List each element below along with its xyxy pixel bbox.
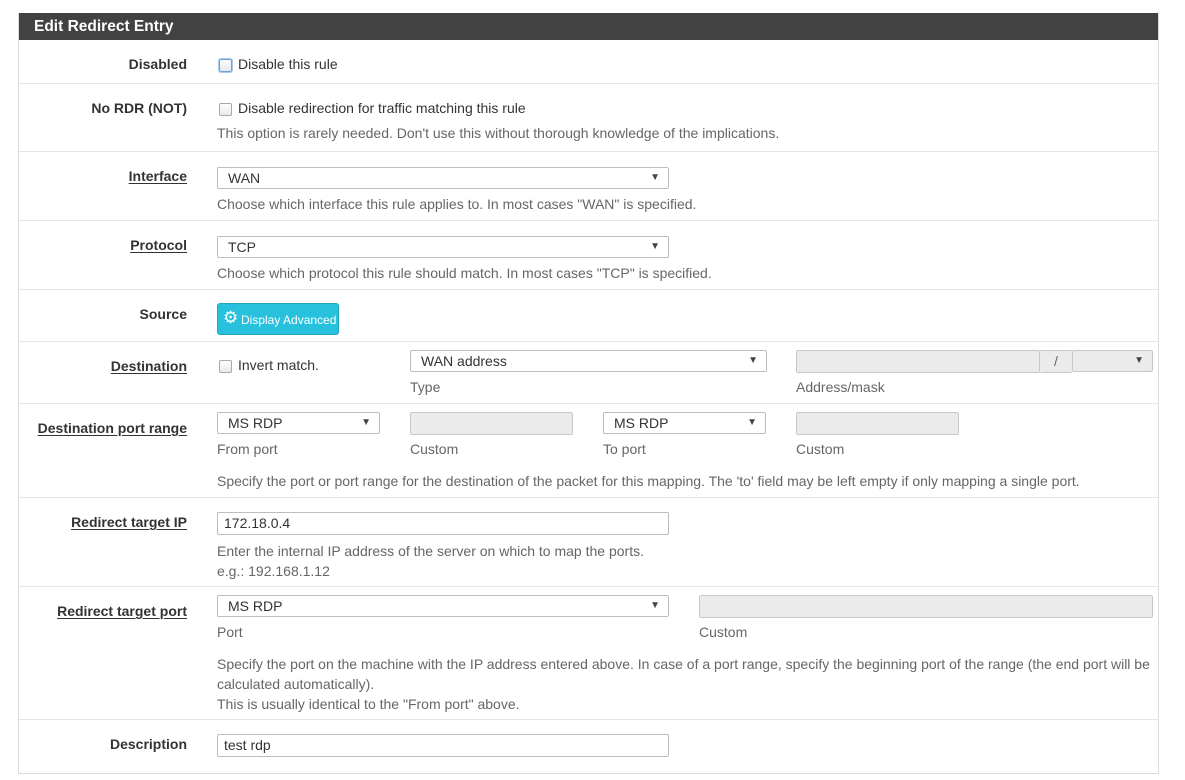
source-label: Source	[139, 306, 187, 322]
from-port-custom-caption: Custom	[410, 441, 459, 457]
caret-down-icon: ▼	[650, 241, 660, 252]
from-port-caption: From port	[217, 441, 278, 457]
target-ip-label: Redirect target IP	[71, 514, 187, 530]
row-description: Description test rdp	[19, 719, 1158, 780]
from-port-custom-input[interactable]	[410, 412, 573, 435]
interface-select[interactable]: WAN ▼	[217, 167, 669, 189]
caret-down-icon: ▼	[1134, 355, 1144, 366]
destination-address-caption: Address/mask	[796, 379, 885, 395]
disabled-label: Disabled	[128, 56, 187, 72]
row-protocol: Protocol TCP ▼ Choose which protocol thi…	[19, 220, 1158, 290]
invert-match-text: Invert match.	[238, 357, 319, 373]
caret-down-icon: ▼	[650, 172, 660, 183]
disable-rule-checkbox[interactable]	[219, 59, 232, 72]
target-port-help-1: Specify the port on the machine with the…	[217, 656, 1150, 672]
destination-type-value: WAN address	[421, 353, 507, 369]
display-advanced-label: Display Advanced	[241, 313, 337, 327]
nordr-help: This option is rarely needed. Don't use …	[217, 125, 780, 141]
dest-port-label: Destination port range	[37, 420, 187, 436]
row-interface: Interface WAN ▼ Choose which interface t…	[19, 151, 1158, 221]
target-port-help-3: This is usually identical to the "From p…	[217, 696, 520, 712]
target-ip-input[interactable]: 172.18.0.4	[217, 512, 669, 535]
destination-mask-select[interactable]: ▼	[1072, 350, 1153, 372]
description-input[interactable]: test rdp	[217, 734, 669, 757]
row-disabled: Disabled Disable this rule	[19, 40, 1158, 83]
row-nordr: No RDR (NOT) Disable redirection for tra…	[19, 83, 1158, 152]
row-source: Source ⚙ Display Advanced	[19, 289, 1158, 342]
disable-rule-text: Disable this rule	[238, 56, 338, 72]
row-target-port: Redirect target port MS RDP ▼ Port Custo…	[19, 586, 1158, 720]
to-port-select[interactable]: MS RDP ▼	[603, 412, 766, 434]
to-port-value: MS RDP	[614, 415, 669, 431]
nordr-text: Disable redirection for traffic matching…	[238, 100, 526, 116]
from-port-select[interactable]: MS RDP ▼	[217, 412, 380, 434]
row-target-ip: Redirect target IP 172.18.0.4 Enter the …	[19, 497, 1158, 587]
caret-down-icon: ▼	[650, 600, 660, 611]
protocol-value: TCP	[228, 239, 256, 255]
nordr-label: No RDR (NOT)	[91, 100, 187, 116]
protocol-help: Choose which protocol this rule should m…	[217, 265, 712, 281]
destination-address-input[interactable]	[796, 350, 1040, 373]
to-port-custom-caption: Custom	[796, 441, 845, 457]
target-port-select[interactable]: MS RDP ▼	[217, 595, 669, 617]
display-advanced-button[interactable]: ⚙ Display Advanced	[217, 303, 339, 335]
edit-redirect-panel: Edit Redirect Entry Disabled Disable thi…	[18, 13, 1159, 774]
target-port-help-2: calculated automatically).	[217, 676, 375, 692]
row-destination: Destination Invert match. WAN address ▼ …	[19, 341, 1158, 404]
caret-down-icon: ▼	[748, 355, 758, 366]
destination-type-select[interactable]: WAN address ▼	[410, 350, 767, 372]
row-dest-port: Destination port range MS RDP ▼ From por…	[19, 403, 1158, 498]
nordr-checkbox[interactable]	[219, 103, 232, 116]
description-label: Description	[109, 736, 187, 752]
invert-match-checkbox[interactable]	[219, 360, 232, 373]
target-port-value: MS RDP	[228, 598, 283, 614]
dest-port-help: Specify the port or port range for the d…	[217, 473, 1080, 489]
interface-help: Choose which interface this rule applies…	[217, 196, 697, 212]
interface-label: Interface	[128, 168, 187, 184]
target-ip-example: e.g.: 192.168.1.12	[217, 563, 330, 579]
target-port-custom-input[interactable]	[699, 595, 1153, 618]
from-port-value: MS RDP	[228, 415, 283, 431]
target-port-label: Redirect target port	[57, 603, 187, 619]
mask-separator: /	[1040, 350, 1072, 373]
caret-down-icon: ▼	[747, 417, 757, 428]
destination-type-caption: Type	[410, 379, 441, 395]
destination-label: Destination	[110, 358, 187, 374]
panel-title: Edit Redirect Entry	[19, 13, 1158, 40]
interface-value: WAN	[228, 170, 261, 186]
gear-icon: ⚙	[223, 308, 239, 327]
target-port-caption: Port	[217, 624, 243, 640]
target-port-custom-caption: Custom	[699, 624, 748, 640]
to-port-custom-input[interactable]	[796, 412, 959, 435]
protocol-select[interactable]: TCP ▼	[217, 236, 669, 258]
to-port-caption: To port	[603, 441, 646, 457]
target-ip-help: Enter the internal IP address of the ser…	[217, 543, 644, 559]
protocol-label: Protocol	[130, 237, 187, 253]
caret-down-icon: ▼	[361, 417, 371, 428]
